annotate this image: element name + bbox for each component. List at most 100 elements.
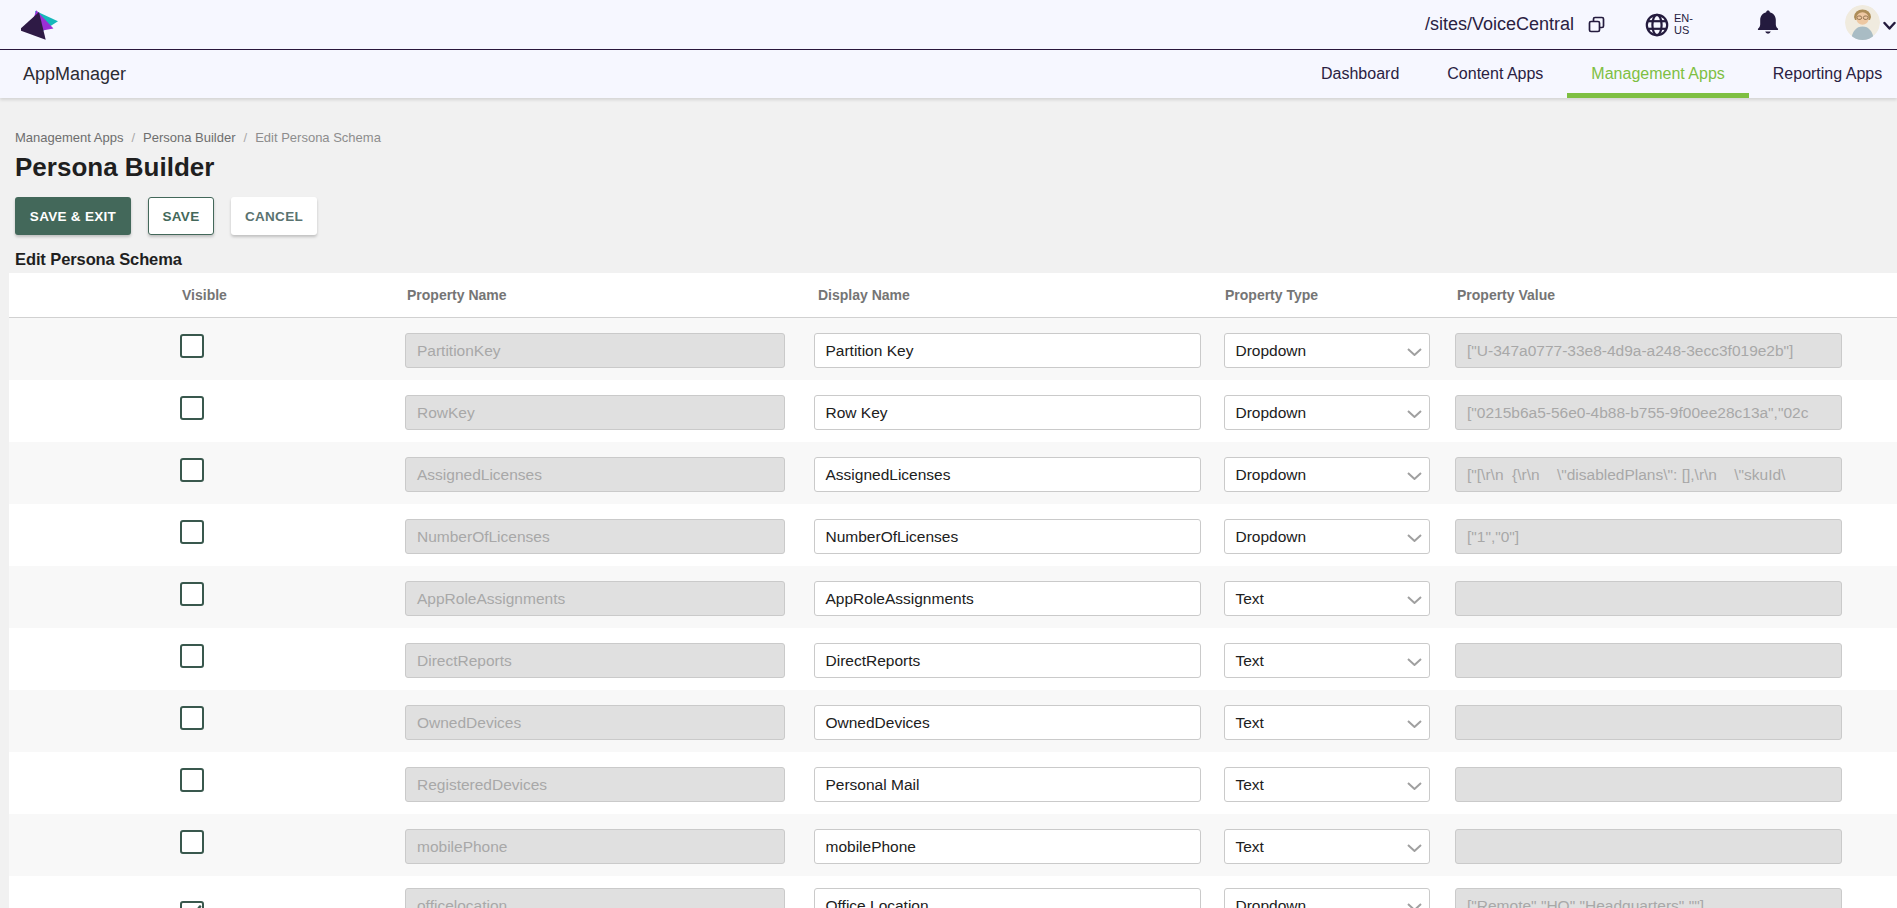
visible-checkbox[interactable]	[180, 582, 204, 606]
column-header: Visible	[182, 273, 227, 317]
display-name-input[interactable]: AppRoleAssignments	[814, 581, 1201, 616]
visible-checkbox-checked[interactable]	[180, 901, 204, 908]
breadcrumb-item: Edit Persona Schema	[255, 130, 381, 145]
table-row: NumberOfLicenses NumberOfLicenses Dropdown…	[9, 504, 1897, 566]
display-name-input[interactable]: OwnedDevices	[814, 705, 1201, 740]
topbar: /sites/VoiceCentral EN- US	[0, 0, 1897, 50]
tab-content-apps[interactable]: Content Apps	[1423, 50, 1567, 98]
property-type-value: Dropdown	[1236, 528, 1307, 545]
property-type-select[interactable]: Dropdown	[1224, 457, 1430, 492]
page-title: Persona Builder	[15, 150, 214, 184]
action-buttons: SAVE & EXIT SAVE CANCEL	[15, 197, 317, 235]
save-and-exit-button[interactable]: SAVE & EXIT	[15, 197, 131, 235]
property-type-value: Text	[1236, 590, 1264, 607]
visible-checkbox[interactable]	[180, 458, 204, 482]
property-name-input: RowKey	[405, 395, 785, 430]
property-type-value: Dropdown	[1236, 404, 1307, 421]
display-name-input[interactable]: Partition Key	[814, 333, 1201, 368]
property-value-input: ["[\r\n {\r\n \"disabledPlans\": [],\r\n…	[1455, 457, 1842, 492]
visible-checkbox[interactable]	[180, 768, 204, 792]
property-type-select[interactable]: Dropdown	[1224, 888, 1430, 908]
schema-table: VisibleProperty NameDisplay NameProperty…	[9, 273, 1897, 908]
nav-tabs: DashboardContent AppsManagement AppsRepo…	[1297, 50, 1897, 98]
breadcrumb-separator: /	[131, 130, 135, 145]
property-type-value: Dropdown	[1236, 466, 1307, 483]
table-row: mobilePhone mobilePhone Text	[9, 814, 1897, 876]
navbar: AppManager DashboardContent AppsManageme…	[0, 50, 1897, 98]
breadcrumb-item[interactable]: Persona Builder	[143, 130, 236, 145]
property-type-value: Text	[1236, 838, 1264, 855]
section-heading: Edit Persona Schema	[15, 250, 182, 269]
tab-management-apps[interactable]: Management Apps	[1567, 50, 1748, 98]
tab-reporting-apps[interactable]: Reporting Apps	[1749, 50, 1897, 98]
property-value-input	[1455, 581, 1842, 616]
property-type-select[interactable]: Text	[1224, 581, 1430, 616]
user-menu-chevron-icon[interactable]	[1883, 21, 1896, 31]
property-name-input: DirectReports	[405, 643, 785, 678]
property-type-select[interactable]: Dropdown	[1224, 395, 1430, 430]
column-header: Display Name	[818, 273, 910, 317]
property-type-select[interactable]: Text	[1224, 767, 1430, 802]
visible-checkbox[interactable]	[180, 830, 204, 854]
property-name-input: AppRoleAssignments	[405, 581, 785, 616]
property-name-input: AssignedLicenses	[405, 457, 785, 492]
display-name-input[interactable]: Row Key	[814, 395, 1201, 430]
property-type-select[interactable]: Text	[1224, 643, 1430, 678]
property-value-input	[1455, 643, 1842, 678]
table-row: AppRoleAssignments AppRoleAssignments Text	[9, 566, 1897, 628]
property-name-input: OwnedDevices	[405, 705, 785, 740]
property-type-value: Dropdown	[1236, 897, 1307, 908]
globe-icon	[1645, 13, 1669, 37]
property-value-input: ["Remote","HQ","Headquarters",""]	[1455, 888, 1842, 908]
table-row: PartitionKeyPartition KeyDropdown["U-347…	[9, 318, 1897, 380]
property-type-select[interactable]: Dropdown	[1224, 519, 1430, 554]
table-row: AssignedLicenses AssignedLicenses Dropdown…	[9, 442, 1897, 504]
display-name-input[interactable]: mobilePhone	[814, 829, 1201, 864]
visible-checkbox[interactable]	[180, 396, 204, 420]
table-row: RegisteredDevices Personal Mail Text	[9, 752, 1897, 814]
property-type-value: Text	[1236, 776, 1264, 793]
breadcrumb-item[interactable]: Management Apps	[15, 130, 123, 145]
display-name-input[interactable]: Personal Mail	[814, 767, 1201, 802]
app-logo-icon[interactable]	[21, 7, 63, 49]
property-type-select[interactable]: Dropdown	[1224, 333, 1430, 368]
copy-icon[interactable]	[1588, 16, 1605, 33]
property-value-input	[1455, 767, 1842, 802]
visible-checkbox[interactable]	[180, 706, 204, 730]
property-value-input	[1455, 705, 1842, 740]
schema-table-header: VisibleProperty NameDisplay NameProperty…	[9, 273, 1897, 318]
table-row: DirectReports DirectReports Text	[9, 628, 1897, 690]
property-name-input: officelocation	[405, 888, 785, 908]
notifications-bell-icon[interactable]	[1757, 10, 1779, 35]
breadcrumb: Management Apps/Persona Builder/Edit Per…	[15, 130, 381, 145]
display-name-input[interactable]: NumberOfLicenses	[814, 519, 1201, 554]
language-selector[interactable]: EN- US	[1645, 0, 1693, 49]
visible-checkbox[interactable]	[180, 334, 204, 358]
visible-checkbox[interactable]	[180, 644, 204, 668]
site-path[interactable]: /sites/VoiceCentral	[1425, 14, 1574, 35]
property-type-select[interactable]: Text	[1224, 829, 1430, 864]
cancel-button[interactable]: CANCEL	[231, 197, 317, 235]
property-name-input: mobilePhone	[405, 829, 785, 864]
table-row: OwnedDevices OwnedDevices Text	[9, 690, 1897, 752]
visible-checkbox[interactable]	[180, 520, 204, 544]
property-name-input: RegisteredDevices	[405, 767, 785, 802]
property-name-input: NumberOfLicenses	[405, 519, 785, 554]
tab-dashboard[interactable]: Dashboard	[1297, 50, 1423, 98]
property-name-input: PartitionKey	[405, 333, 785, 368]
locale-line1: EN-	[1674, 13, 1693, 25]
table-row: RowKey Row Key Dropdown ["0215b6a5-56e0-4b8…	[9, 380, 1897, 442]
display-name-input[interactable]: AssignedLicenses	[814, 457, 1201, 492]
display-name-input[interactable]: DirectReports	[814, 643, 1201, 678]
property-type-value: Text	[1236, 714, 1264, 731]
user-avatar[interactable]	[1845, 5, 1880, 40]
locale-line2: US	[1674, 25, 1693, 37]
display-name-input[interactable]: Office Location	[814, 888, 1201, 908]
schema-table-body: PartitionKeyPartition KeyDropdown["U-347…	[9, 318, 1897, 908]
app-brand[interactable]: AppManager	[23, 50, 126, 98]
property-value-input: ["0215b6a5-56e0-4b88-b755-9f00ee28c13a",…	[1455, 395, 1842, 430]
property-type-select[interactable]: Text	[1224, 705, 1430, 740]
property-value-input	[1455, 829, 1842, 864]
save-button[interactable]: SAVE	[148, 197, 214, 235]
column-header: Property Name	[407, 273, 507, 317]
